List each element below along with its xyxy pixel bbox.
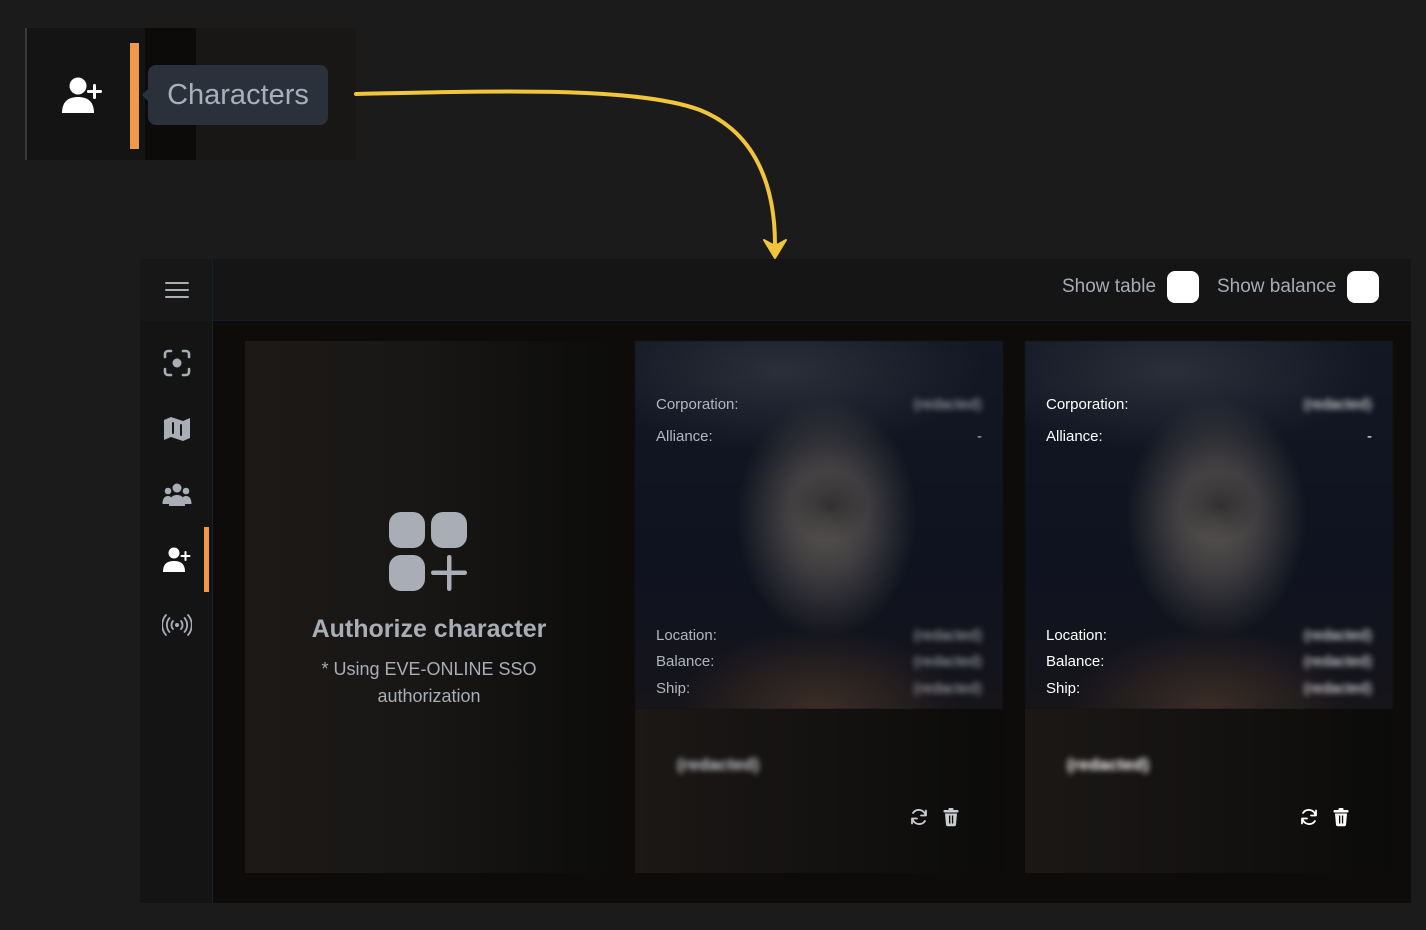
character-footer: (redacted) — [1025, 709, 1393, 873]
trash-icon[interactable] — [941, 807, 961, 827]
broadcast-icon — [161, 614, 192, 636]
apps-add-icon — [389, 512, 467, 591]
character-name: (redacted) — [1067, 755, 1150, 774]
show-balance-checkbox[interactable] — [1347, 271, 1380, 303]
active-nav-indicator — [204, 527, 209, 592]
ship-label: Ship: — [1046, 680, 1081, 697]
sidebar-item-group[interactable] — [140, 465, 213, 525]
user-plus-icon — [162, 547, 190, 572]
alliance-label: Alliance: — [656, 428, 713, 445]
ship-value: (redacted) — [913, 680, 982, 697]
sidebar-item-broadcast[interactable] — [140, 595, 213, 655]
show-balance-label: Show balance — [1217, 276, 1337, 297]
hamburger-menu-icon — [164, 282, 189, 298]
ship-label: Ship: — [656, 680, 691, 697]
location-row: Location: (redacted) — [656, 627, 982, 644]
refresh-icon[interactable] — [909, 807, 929, 827]
show-balance-toggle-group: Show balance — [1217, 271, 1380, 303]
corporation-label: Corporation: — [656, 396, 739, 413]
top-bar: Show table Show balance — [213, 259, 1411, 321]
menu-toggle-button[interactable] — [140, 259, 213, 321]
users-group-icon — [162, 483, 191, 506]
corporation-value: (redacted) — [913, 396, 982, 413]
authorize-subtitle: * Using EVE-ONLINE SSO authorization — [321, 659, 537, 706]
balance-row: Balance: (redacted) — [1046, 653, 1372, 670]
location-value: (redacted) — [1303, 627, 1372, 644]
alliance-label: Alliance: — [1046, 428, 1103, 445]
corporation-value: (redacted) — [1303, 396, 1372, 413]
user-plus-icon — [62, 77, 102, 113]
corporation-row: Corporation: (redacted) — [1046, 396, 1372, 413]
ship-row: Ship: (redacted) — [1046, 680, 1372, 697]
refresh-icon[interactable] — [1299, 807, 1319, 827]
balance-value: (redacted) — [913, 653, 982, 670]
active-indicator — [130, 43, 139, 149]
character-card: Corporation: (redacted) Alliance: - Loca… — [1025, 341, 1393, 873]
alliance-row: Alliance: - — [656, 428, 982, 445]
location-label: Location: — [1046, 627, 1107, 644]
alliance-value: - — [977, 428, 982, 445]
sidebar-item-scan[interactable] — [140, 333, 213, 393]
ship-value: (redacted) — [1303, 680, 1372, 697]
ship-row: Ship: (redacted) — [656, 680, 982, 697]
location-label: Location: — [656, 627, 717, 644]
sidebar-item-map[interactable] — [140, 399, 213, 459]
character-footer: (redacted) — [635, 709, 1003, 873]
location-row: Location: (redacted) — [1046, 627, 1372, 644]
map-icon — [163, 417, 190, 441]
character-card: Corporation: (redacted) Alliance: - Loca… — [635, 341, 1003, 873]
show-table-label: Show table — [1062, 276, 1157, 297]
balance-label: Balance: — [656, 653, 715, 670]
character-actions — [1299, 807, 1351, 827]
balance-row: Balance: (redacted) — [656, 653, 982, 670]
alliance-row: Alliance: - — [1046, 428, 1372, 445]
corporation-row: Corporation: (redacted) — [656, 396, 982, 413]
app-window: Show table Show balance Authorize charac… — [140, 259, 1411, 903]
alliance-value: - — [1367, 428, 1372, 445]
callout-nav-item-characters[interactable] — [27, 28, 145, 160]
balance-value: (redacted) — [1303, 653, 1372, 670]
arrow-line — [354, 89, 777, 247]
scan-target-icon — [163, 349, 190, 377]
authorize-character-card[interactable]: Authorize character * Using EVE-ONLINE S… — [245, 341, 613, 873]
characters-tooltip: Characters — [142, 65, 328, 125]
characters-content: Authorize character * Using EVE-ONLINE S… — [213, 321, 1411, 903]
arrow-head — [763, 239, 787, 259]
location-value: (redacted) — [913, 627, 982, 644]
sidebar — [140, 259, 213, 903]
sidebar-item-characters[interactable] — [140, 530, 213, 590]
show-table-checkbox[interactable] — [1167, 271, 1200, 303]
balance-label: Balance: — [1046, 653, 1105, 670]
trash-icon[interactable] — [1331, 807, 1351, 827]
authorize-title: Authorize character — [311, 615, 547, 643]
character-actions — [909, 807, 961, 827]
character-name: (redacted) — [677, 755, 760, 774]
show-table-toggle-group: Show table — [1062, 271, 1200, 303]
corporation-label: Corporation: — [1046, 396, 1129, 413]
